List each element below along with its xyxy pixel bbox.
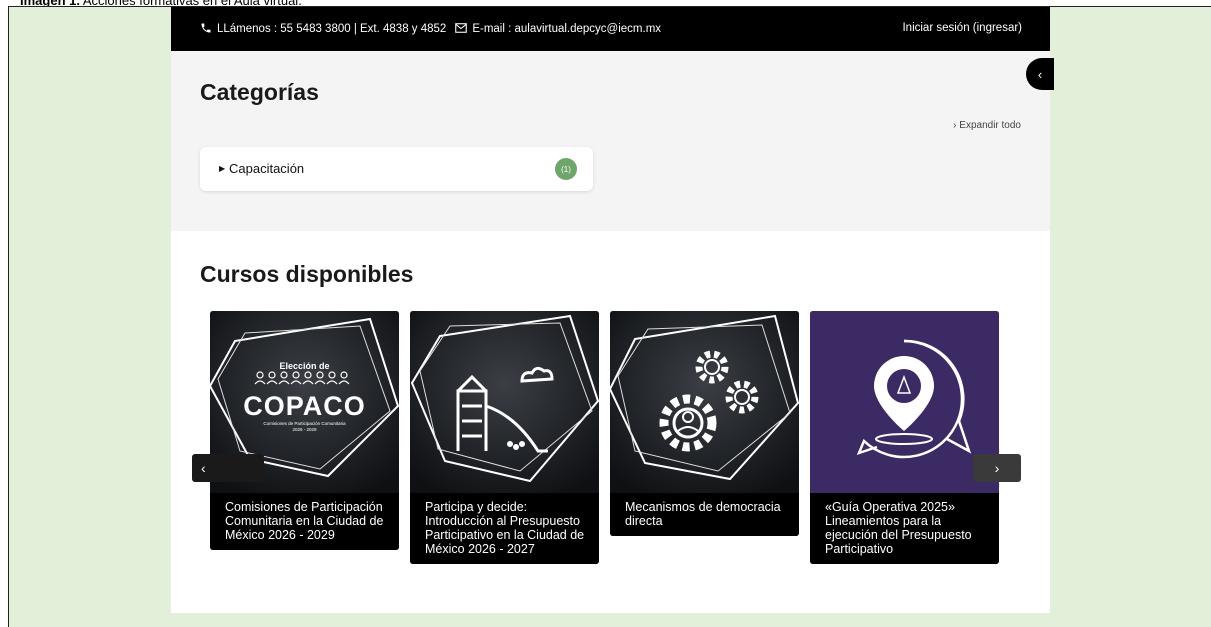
category-name[interactable]: Capacitación [229,161,304,176]
course-card-mecanismos[interactable]: Mecanismos de democracia directa [610,311,799,536]
course-card-guia-operativa[interactable]: «Guía Operativa 2025» Lineamientos para … [810,311,999,564]
course-title[interactable]: Comisiones de Participación Comunitaria … [210,493,399,550]
image-logo-text: COPACO [243,391,366,421]
phone-icon [200,22,212,37]
email-icon [455,22,468,36]
image-subtitle: Comisiones de Participación Comunitaria [263,421,346,426]
contact-info: LLámenos : 55 5483 3800 | Ext. 4838 y 48… [200,22,661,37]
phone-text: LLámenos : 55 5483 3800 | Ext. 4838 y 48… [217,23,447,35]
chevron-left-icon: ‹ [1037,66,1043,82]
course-card-copaco[interactable]: Elección de COPACO Comisiones de Partici… [210,311,399,550]
course-image[interactable] [810,311,999,493]
top-bar: LLámenos : 55 5483 3800 | Ext. 4838 y 48… [171,7,1050,51]
drawer-toggle-button[interactable]: ‹ [1026,58,1054,90]
expand-all-label: Expandir todo [959,120,1021,131]
course-card-presupuesto[interactable]: Participa y decide: Introducción al Pres… [410,311,599,564]
expand-triangle-icon[interactable]: ▶ [219,164,225,173]
chevron-right-icon: › [994,460,1000,476]
course-image[interactable] [410,311,599,493]
login-link[interactable]: Iniciar sesión (ingresar) [902,22,1022,34]
email-text[interactable]: E-mail : aulavirtual.depcyc@iecm.mx [472,23,661,35]
moodle-page: LLámenos : 55 5483 3800 | Ext. 4838 y 48… [171,7,1050,613]
categories-section: Categorías › Expandir todo ▶ Capacitació… [171,51,1050,231]
categories-title: Categorías [200,79,319,105]
course-image[interactable] [610,311,799,493]
course-count-badge: (1) [555,158,577,180]
image-years: 2026 - 2029 [292,427,317,432]
course-title[interactable]: Participa y decide: Introducción al Pres… [410,493,599,564]
category-item-capacitacion[interactable]: ▶ Capacitación (1) [200,147,593,191]
chevron-right-icon: › [953,120,957,131]
expand-all-link[interactable]: › Expandir todo [953,120,1021,131]
courses-title: Cursos disponibles [200,261,414,287]
carousel-prev-button[interactable]: ‹ [192,454,264,482]
course-title[interactable]: «Guía Operativa 2025» Lineamientos para … [810,493,999,564]
chevron-left-icon: ‹ [201,460,206,476]
course-title[interactable]: Mecanismos de democracia directa [610,493,799,536]
carousel-next-button[interactable]: › [973,454,1021,482]
image-line1: Elección de [279,361,330,371]
